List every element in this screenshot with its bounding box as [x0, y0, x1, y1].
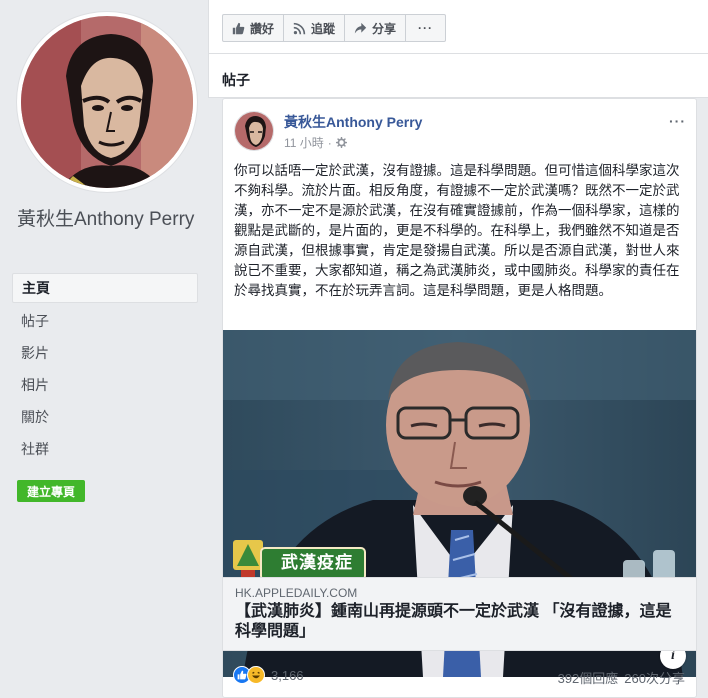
post-stats: 392個回應 260次分享 [558, 668, 685, 687]
like-page-button[interactable]: 讚好 [222, 14, 285, 42]
rss-icon [293, 22, 306, 34]
meta-separator: · [327, 135, 332, 150]
profile-portrait-image [21, 16, 193, 188]
page-name[interactable]: 黃秋生Anthony Perry [17, 206, 202, 233]
share-button-label: 分享 [372, 21, 397, 36]
link-domain: HK.APPLEDAILY.COM [235, 586, 358, 600]
share-page-button[interactable]: 分享 [344, 14, 407, 42]
left-column: 黃秋生Anthony Perry 主頁 帖子 影片 相片 關於 社群 建立專頁 [0, 0, 208, 698]
follow-button-label: 追蹤 [311, 21, 336, 36]
post-author-link[interactable]: 黃秋生Anthony Perry [284, 112, 422, 132]
share-count-link[interactable]: 260次分享 [624, 668, 685, 687]
nav-item-home[interactable]: 主頁 [12, 273, 198, 303]
reaction-count: 3,166 [271, 667, 304, 683]
nav-item-posts[interactable]: 帖子 [12, 305, 198, 337]
nav-item-videos[interactable]: 影片 [12, 337, 198, 369]
link-preview[interactable]: HK.APPLEDAILY.COM 【武漢肺炎】鍾南山再提源頭不一定於武漢 「沒… [223, 577, 696, 651]
post-body-text: 你可以話唔一定於武漢，沒有證據。這是科學問題。但可惜這個科學家這次不夠科學。流於… [234, 163, 680, 298]
page-action-bar: 讚好 追蹤 分享 ··· [208, 0, 708, 54]
nav-item-photos[interactable]: 相片 [12, 369, 198, 401]
nav-item-about[interactable]: 關於 [12, 401, 198, 433]
share-arrow-icon [354, 22, 367, 33]
posts-section-header: 帖子 [208, 54, 708, 98]
more-actions-button[interactable]: ··· [405, 14, 447, 42]
like-button-label: 讚好 [250, 21, 275, 36]
create-page-button[interactable]: 建立專頁 [17, 480, 86, 502]
profile-picture[interactable] [17, 12, 197, 192]
thumbs-up-icon [232, 22, 245, 34]
page-nav: 主頁 帖子 影片 相片 關於 社群 [12, 273, 198, 465]
post-meta: 11 小時 · [284, 134, 347, 151]
author-avatar[interactable] [234, 111, 274, 151]
section-title: 帖子 [222, 72, 250, 88]
post-options-button[interactable]: ··· [669, 113, 686, 129]
post-card: 黃秋生Anthony Perry 11 小時 · ··· 你可以話唔一定於武漢，… [222, 98, 697, 698]
avatar-image [235, 112, 273, 150]
reactions-summary[interactable]: 3,166 [233, 666, 304, 684]
follow-button[interactable]: 追蹤 [283, 14, 346, 42]
haha-reaction-icon [247, 666, 265, 684]
post-timestamp[interactable]: 11 小時 [284, 134, 324, 151]
link-title[interactable]: 【武漢肺炎】鍾南山再提源頭不一定於武漢 「沒有證據，這是科學問題」 [235, 602, 685, 642]
photo-caption-overlay: 武漢疫症 [281, 553, 353, 572]
comment-count-link[interactable]: 392個回應 [558, 668, 619, 687]
nav-item-community[interactable]: 社群 [12, 433, 198, 465]
settings-gear-icon[interactable] [335, 137, 347, 148]
